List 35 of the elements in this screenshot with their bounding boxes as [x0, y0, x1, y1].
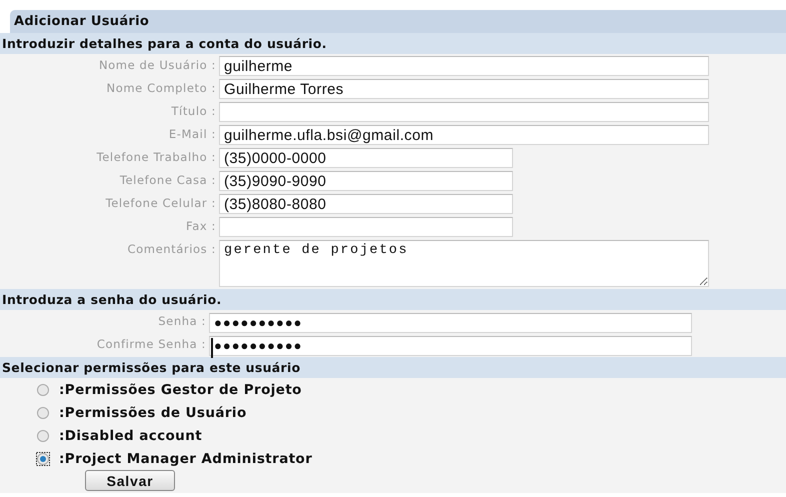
- text-field[interactable]: guilherme.ufla.bsi@gmail.com: [219, 125, 709, 145]
- section-header: Introduza a senha do usuário.: [0, 289, 786, 310]
- text-field[interactable]: guilherme: [219, 56, 709, 76]
- password-field[interactable]: ●●●●●●●●●●: [209, 336, 692, 356]
- text-field[interactable]: (35)0000-0000: [219, 148, 513, 168]
- field-label: Senha :: [157, 313, 206, 328]
- field-label: Telefone Casa :: [118, 172, 216, 187]
- field-label: Comentários :: [126, 241, 216, 256]
- field-label: Confirme Senha :: [96, 336, 206, 351]
- text-field[interactable]: [219, 102, 709, 122]
- field-label: Nome Completo :: [106, 80, 216, 95]
- panel-title: Adicionar Usuário: [10, 10, 786, 33]
- password-field[interactable]: ●●●●●●●●●●: [209, 312, 692, 332]
- radio-button[interactable]: [36, 382, 50, 396]
- option-label: :Disabled account: [59, 428, 202, 444]
- radio-button[interactable]: [36, 406, 50, 420]
- text-field[interactable]: (35)9090-9090: [219, 171, 513, 191]
- option-label: :Project Manager Administrator: [59, 450, 312, 466]
- option-label: :Permissões Gestor de Projeto: [59, 382, 302, 398]
- save-button[interactable]: Salvar: [85, 470, 175, 491]
- field-label: Telefone Trabalho :: [96, 149, 216, 164]
- field-label: Título :: [170, 103, 216, 118]
- comments-field[interactable]: gerente de projetos: [219, 240, 709, 287]
- option-label: :Permissões de Usuário: [59, 404, 247, 420]
- section-header: Selecionar permissões para este usuário: [0, 357, 786, 378]
- field-label: Telefone Celular :: [104, 195, 216, 210]
- text-field[interactable]: (35)8080-8080: [219, 194, 513, 214]
- text-field[interactable]: Guilherme Torres: [219, 79, 709, 99]
- field-label: Nome de Usuário :: [98, 57, 216, 72]
- text-field[interactable]: [219, 217, 513, 237]
- radio-button[interactable]: [36, 428, 50, 442]
- radio-button[interactable]: [36, 452, 50, 466]
- section-header: Introduzir detalhes para a conta do usuário.: [0, 33, 786, 54]
- field-label: Fax :: [185, 218, 216, 233]
- field-label: E-Mail :: [168, 126, 216, 141]
